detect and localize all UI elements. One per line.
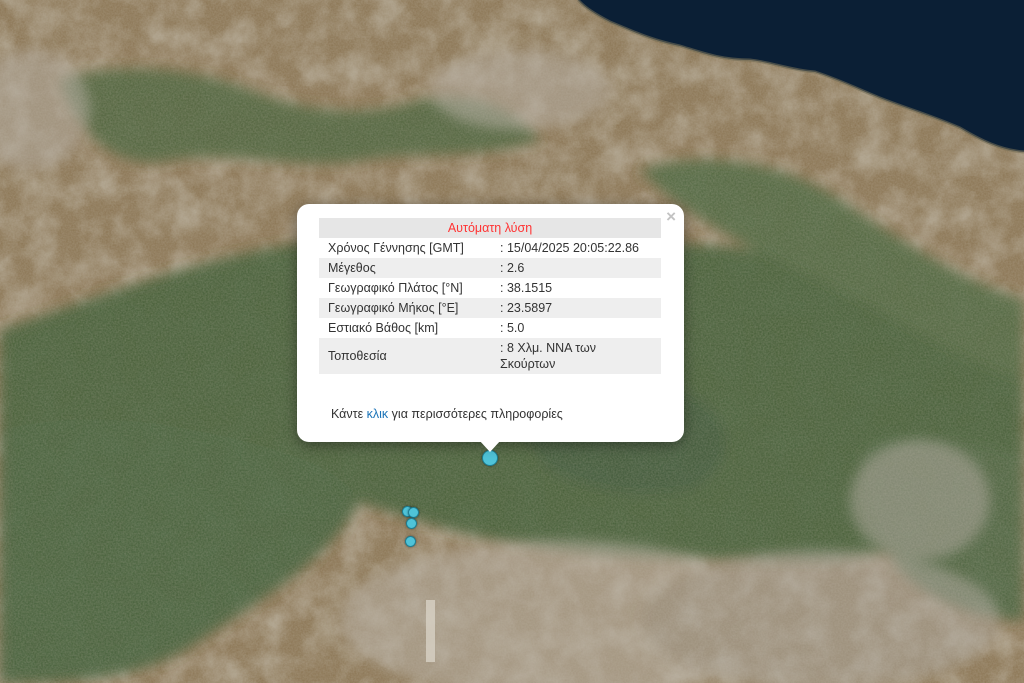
close-popup-button[interactable]: × <box>666 207 676 227</box>
more-info-link[interactable]: κλικ <box>367 407 389 421</box>
origin-time-label: Χρόνος Γέννησης [GMT] <box>328 241 464 255</box>
popup-title: Αυτόματη λύση <box>319 218 661 238</box>
earthquake-info-popup: × Αυτόματη λύση Χρόνος Γέννησης [GMT] : … <box>297 204 684 452</box>
more-info-prefix: Κάντε <box>331 407 367 421</box>
depth-label: Εστιακό Βάθος [km] <box>328 321 439 335</box>
popup-pointer <box>479 440 501 452</box>
earthquake-marker[interactable] <box>406 518 417 529</box>
latitude-label: Γεωγραφικό Πλάτος [°N] <box>328 281 463 295</box>
earthquake-info-table: Αυτόματη λύση Χρόνος Γέννησης [GMT] : 15… <box>319 218 661 374</box>
latitude-value: : 38.1515 <box>500 281 553 295</box>
magnitude-label: Μέγεθος <box>319 258 491 278</box>
earthquake-marker[interactable] <box>408 507 419 518</box>
origin-time-value: : 15/04/2025 20:05:22.86 <box>500 241 640 255</box>
location-label: Τοποθεσία <box>319 338 491 374</box>
longitude-value: : 23.5897 <box>491 298 661 318</box>
more-info-text: Κάντε κλικ για περισσότερες πληροφορίες <box>331 407 563 421</box>
more-info-suffix: για περισσότερες πληροφορίες <box>388 407 563 421</box>
location-value: : 8 Χλμ. ΝΝΑ των Σκούρτων <box>491 338 661 374</box>
depth-value: : 5.0 <box>500 321 525 335</box>
selected-earthquake-marker[interactable] <box>482 450 498 466</box>
earthquake-marker[interactable] <box>405 536 416 547</box>
magnitude-value: : 2.6 <box>491 258 661 278</box>
longitude-label: Γεωγραφικό Μήκος [°E] <box>319 298 491 318</box>
